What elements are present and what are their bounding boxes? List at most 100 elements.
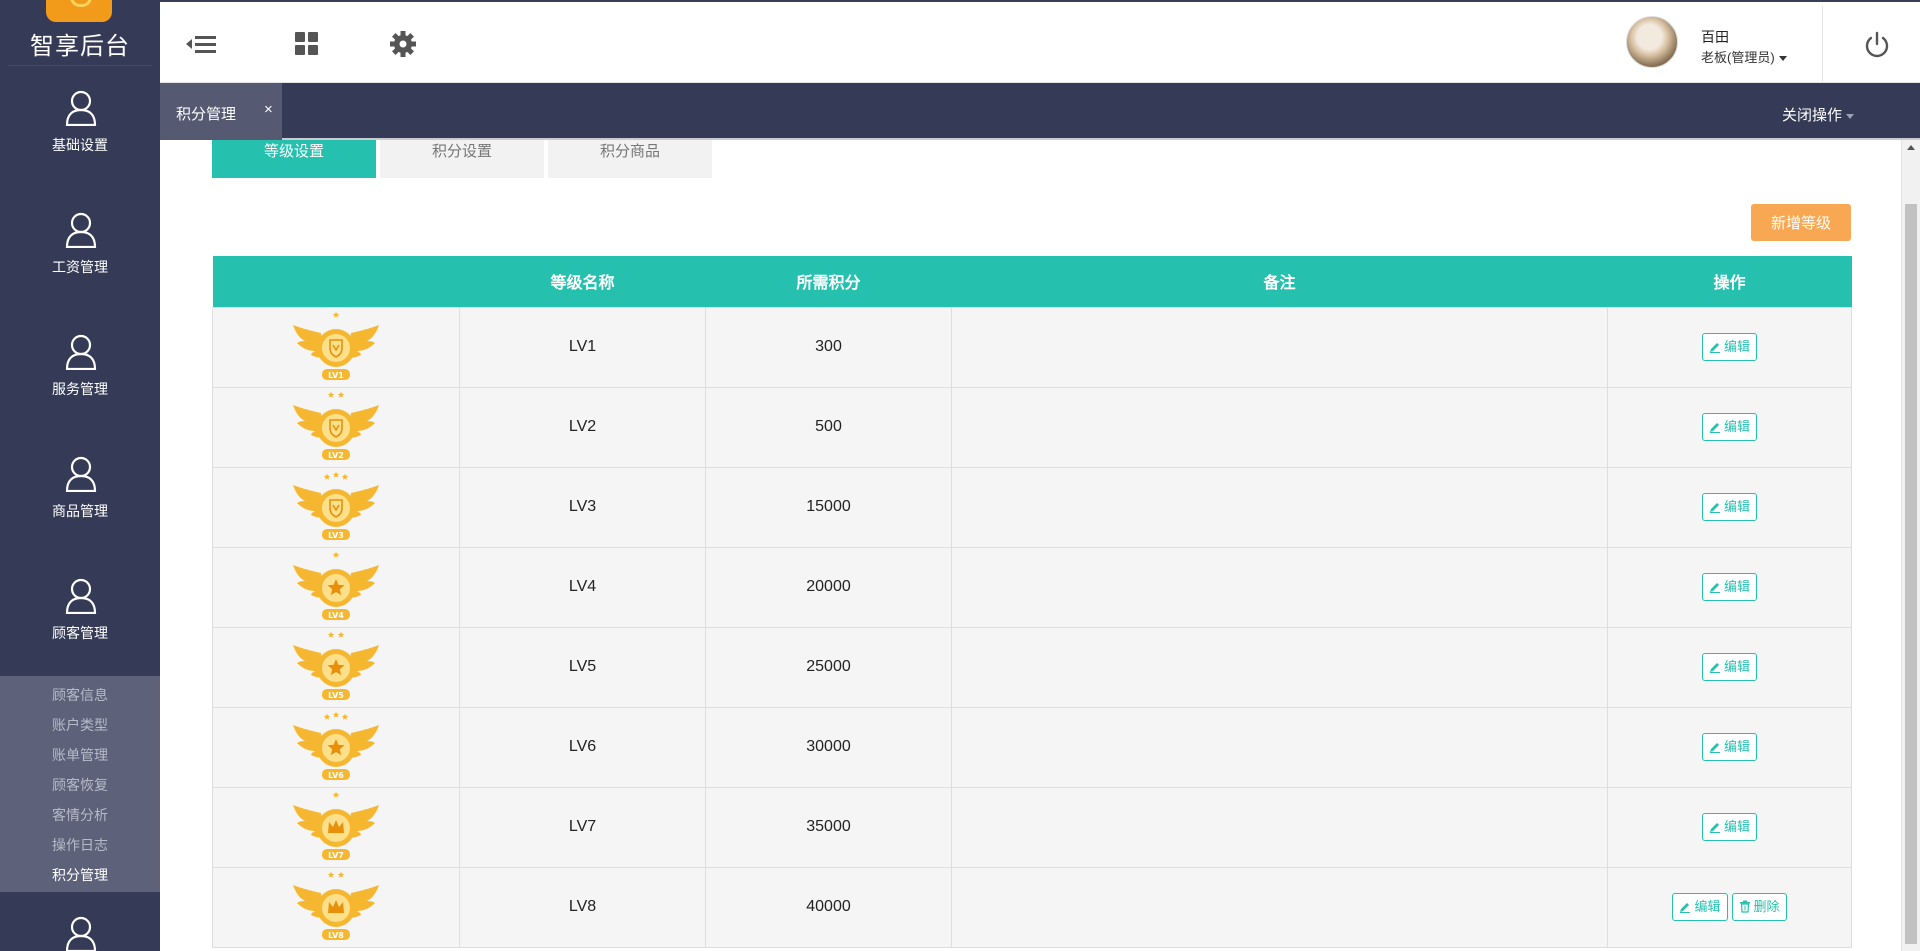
badge-cell: LV8 [212, 866, 460, 948]
subtab[interactable]: 积分设置 [380, 140, 544, 178]
header-divider [1822, 6, 1823, 84]
points-cell: 15000 [705, 466, 952, 548]
edit-label: 编辑 [1694, 899, 1721, 914]
sidebar-item[interactable]: 顾客管理 [0, 554, 160, 676]
table-row: LV3 LV3 15000 编辑 [212, 466, 1852, 548]
pencil-icon [1709, 583, 1720, 593]
actions-cell: 编辑 [1607, 466, 1852, 548]
scroll-thumb[interactable] [1905, 204, 1917, 944]
pencil-icon [1709, 423, 1720, 433]
level-table: 等级名称 所需积分 备注 操作 LV1 LV1 300 编辑 LV2 LV2 500 编辑 LV3 LV… [212, 256, 1852, 948]
actions-cell: 编辑 [1607, 786, 1852, 868]
table-body: LV1 LV1 300 编辑 LV2 LV2 500 编辑 LV3 LV3 15000 编辑 LV4 LV… [212, 306, 1852, 948]
subtab[interactable]: 等级设置 [212, 140, 376, 178]
user-icon [65, 578, 97, 614]
settings-button[interactable] [383, 26, 423, 62]
level-badge-icon: LV4 [293, 551, 379, 620]
delete-button[interactable]: 删除 [1731, 893, 1787, 921]
points-cell: 25000 [705, 626, 952, 708]
tab-label: 积分管理 [176, 106, 237, 123]
points-cell: 20000 [705, 546, 952, 628]
subtab[interactable]: 积分商品 [548, 140, 712, 178]
note-cell [951, 786, 1608, 868]
submenu-item[interactable]: 账单管理 [0, 740, 160, 770]
submenu-item[interactable]: 客情分析 [0, 800, 160, 830]
edit-button[interactable]: 编辑 [1701, 573, 1757, 601]
logout-button[interactable] [1862, 30, 1892, 60]
pencil-icon [1680, 903, 1691, 913]
avatar[interactable] [1626, 16, 1678, 68]
pencil-icon [1709, 663, 1720, 673]
submenu-item[interactable]: 顾客恢复 [0, 770, 160, 800]
sidebar-item[interactable]: 工资管理 [0, 188, 160, 310]
menu-collapse-button[interactable] [182, 26, 222, 62]
tab-points-management[interactable]: 积分管理 × [160, 83, 282, 140]
level-table-wrap: 等级名称 所需积分 备注 操作 LV1 LV1 300 编辑 LV2 LV2 500 编辑 LV3 LV… [212, 256, 1852, 948]
level-name-cell: LV4 [459, 546, 706, 628]
user-icon [65, 456, 97, 492]
badge-star [341, 713, 349, 720]
column-header: 所需积分 [705, 256, 952, 307]
note-cell [951, 546, 1608, 628]
actions-cell: 编辑 [1607, 706, 1852, 788]
scroll-up-arrow-icon[interactable] [1907, 145, 1915, 150]
badge-star [332, 711, 340, 718]
edit-button[interactable]: 编辑 [1701, 493, 1757, 521]
level-badge-icon: LV5 [293, 631, 379, 700]
edit-button[interactable]: 编辑 [1672, 893, 1728, 921]
pencil-icon [1709, 823, 1720, 833]
edit-label: 编辑 [1723, 339, 1750, 354]
level-badge-icon: LV6 [293, 711, 379, 780]
badge-level-text: LV4 [328, 611, 344, 620]
badge-cell: LV3 [212, 466, 460, 548]
user-icon [65, 334, 97, 370]
sidebar: 智享后台 基础设置 工资管理 服务管理 商品管理 顾客管理 顾客信息 账户类型 账单管理 顾客… [0, 0, 160, 951]
sidebar-item[interactable]: 服务管理 [0, 310, 160, 432]
badge-level-text: LV7 [328, 851, 344, 860]
sidebar-nav: 基础设置 工资管理服务管理商品管理 顾客管理 [0, 66, 160, 676]
badge-cell: LV1 [212, 306, 460, 388]
edit-button[interactable]: 编辑 [1701, 413, 1757, 441]
badge-level-text: LV5 [328, 691, 344, 700]
table-row: LV1 LV1 300 编辑 [212, 306, 1852, 388]
level-name-cell: LV8 [459, 866, 706, 948]
edit-button[interactable]: 编辑 [1701, 813, 1757, 841]
grid-icon [295, 32, 318, 55]
sidebar-item-next[interactable] [0, 892, 160, 951]
user-role-dropdown[interactable]: 老板(管理员) [1701, 47, 1787, 66]
table-row: LV4 LV4 20000 编辑 [212, 546, 1852, 628]
table-header-row: 等级名称 所需积分 备注 操作 [212, 256, 1852, 307]
sidebar-item[interactable]: 商品管理 [0, 432, 160, 554]
level-name-cell: LV6 [459, 706, 706, 788]
edit-label: 编辑 [1723, 659, 1750, 674]
submenu-item[interactable]: 操作日志 [0, 830, 160, 860]
submenu-item[interactable]: 账户类型 [0, 710, 160, 740]
add-level-button[interactable]: 新增等级 [1751, 204, 1851, 241]
user-icon [65, 212, 97, 248]
badge-star [327, 871, 335, 878]
vertical-scrollbar[interactable] [1901, 140, 1920, 951]
column-header [212, 256, 460, 307]
caret-down-icon [1846, 113, 1855, 119]
level-badge-icon: LV7 [293, 791, 379, 860]
sidebar-item-label: 服务管理 [52, 381, 108, 397]
grid-button[interactable] [287, 26, 327, 62]
level-name-cell: LV1 [459, 306, 706, 388]
badge-star [323, 473, 331, 480]
logo-text: 智享后台 [30, 33, 130, 60]
edit-button[interactable]: 编辑 [1701, 733, 1757, 761]
badge-star [332, 311, 340, 318]
level-name-cell: LV7 [459, 786, 706, 868]
sidebar-item[interactable]: 基础设置 [0, 66, 160, 188]
edit-button[interactable]: 编辑 [1701, 333, 1757, 361]
close-operations-label: 关闭操作 [1782, 107, 1843, 124]
submenu-item[interactable]: 积分管理 [0, 860, 160, 890]
edit-button[interactable]: 编辑 [1701, 653, 1757, 681]
points-cell: 30000 [705, 706, 952, 788]
submenu-item[interactable]: 顾客信息 [0, 680, 160, 710]
badge-level-text: LV1 [328, 371, 344, 380]
close-operations-dropdown[interactable]: 关闭操作 [1782, 104, 1855, 125]
close-icon[interactable]: × [264, 101, 273, 118]
badge-star [327, 391, 335, 398]
edit-label: 编辑 [1723, 739, 1750, 754]
